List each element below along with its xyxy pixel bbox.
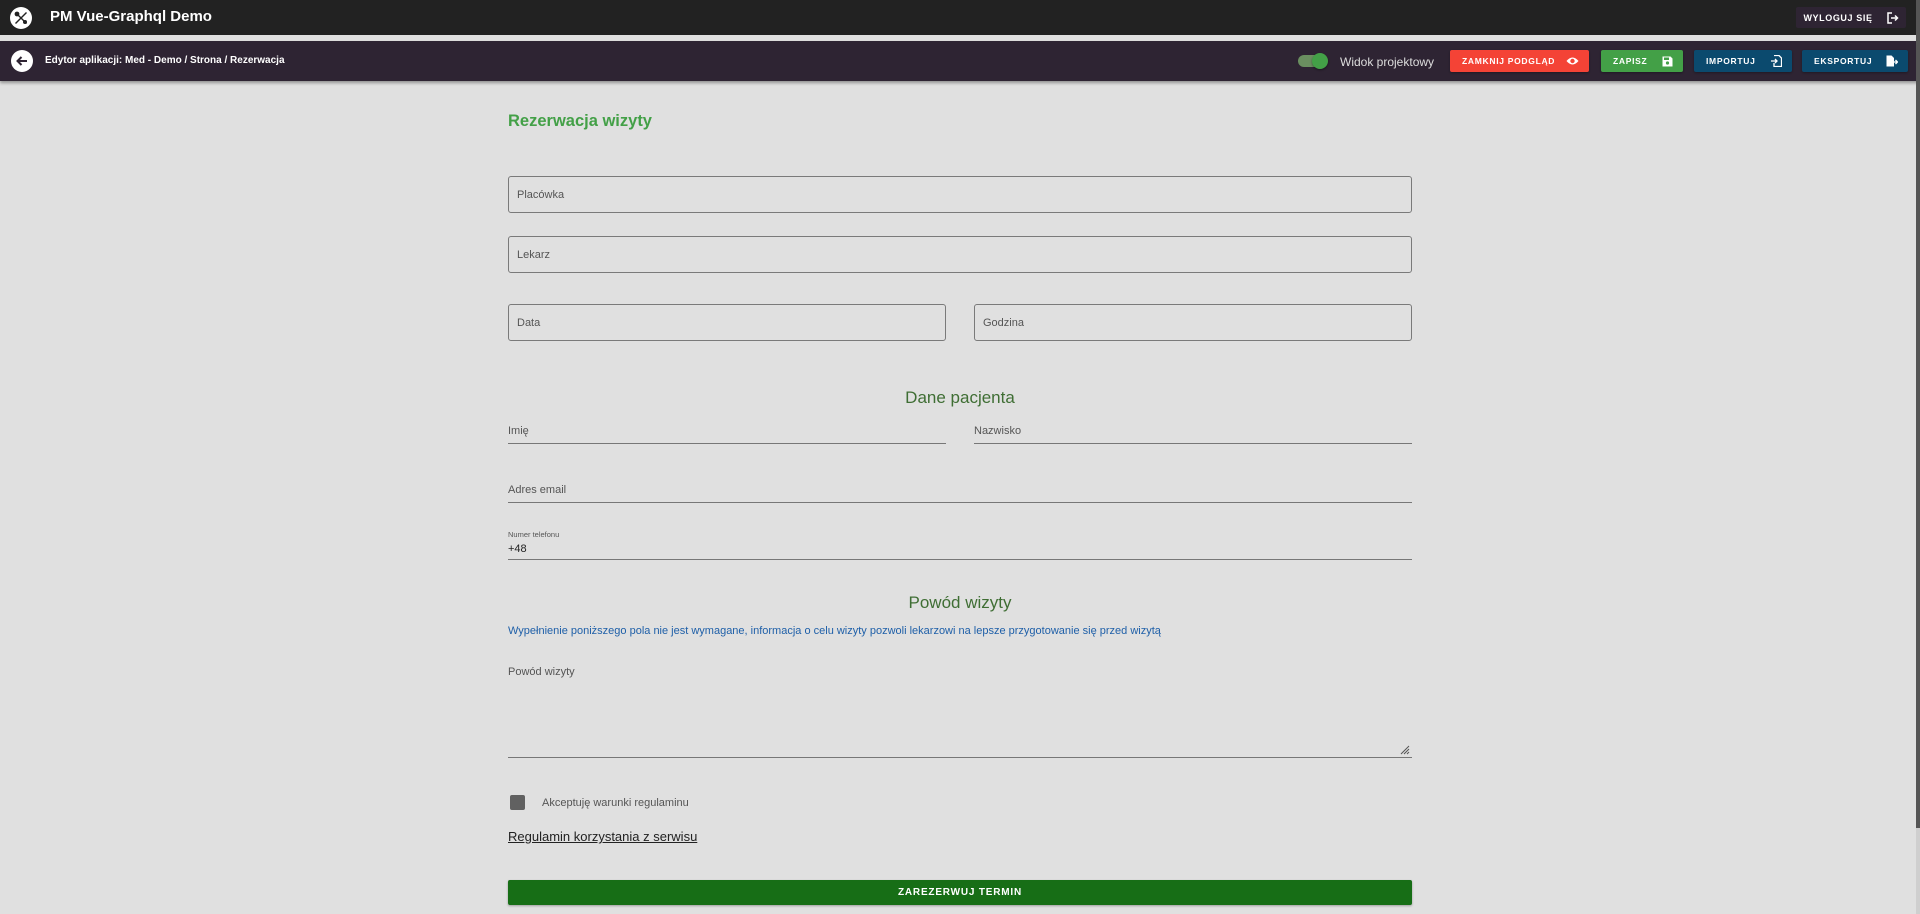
- import-button[interactable]: IMPORTUJ: [1694, 50, 1792, 72]
- last-name-placeholder: Nazwisko: [974, 425, 1022, 437]
- phone-label: Numer telefonu: [508, 530, 560, 539]
- export-label: EKSPORTUJ: [1814, 56, 1873, 66]
- last-name-input[interactable]: Nazwisko: [974, 422, 1412, 444]
- facility-label: Placówka: [517, 189, 565, 201]
- logout-button[interactable]: WYLOGUJ SIĘ: [1796, 7, 1906, 28]
- file-export-icon: [1886, 55, 1898, 67]
- first-name-placeholder: Imię: [508, 425, 529, 437]
- email-input[interactable]: Adres email: [508, 481, 1412, 503]
- floppy-disk-icon: [1662, 56, 1673, 66]
- book-appointment-button[interactable]: ZAREZERWUJ TERMIN: [508, 880, 1412, 905]
- app-bar: PM Vue-Graphql Demo WYLOGUJ SIĘ: [0, 0, 1920, 35]
- facility-select[interactable]: Placówka: [508, 176, 1412, 213]
- reason-section-title: Powód wizyty: [908, 593, 1012, 612]
- terms-checkbox[interactable]: [510, 795, 525, 810]
- book-appointment-label: ZAREZERWUJ TERMIN: [898, 887, 1022, 898]
- arrow-left-icon: [16, 56, 27, 66]
- terms-checkbox-label: Akceptuję warunki regulaminu: [542, 797, 689, 809]
- file-import-icon: [1771, 55, 1782, 67]
- close-preview-button[interactable]: ZAMKNIJ PODGLĄD: [1450, 50, 1589, 72]
- save-button[interactable]: ZAPISZ: [1601, 50, 1683, 72]
- import-label: IMPORTUJ: [1706, 56, 1756, 66]
- tools-logo-icon: [10, 7, 32, 29]
- doctor-select[interactable]: Lekarz: [508, 236, 1412, 273]
- design-view-toggle[interactable]: [1298, 53, 1328, 69]
- time-label: Godzina: [983, 317, 1024, 329]
- phone-value: +48: [508, 543, 527, 555]
- reason-placeholder: Powód wizyty: [508, 666, 575, 678]
- terms-link[interactable]: Regulamin korzystania z serwisu: [508, 829, 697, 844]
- time-field[interactable]: Godzina: [974, 304, 1412, 341]
- doctor-label: Lekarz: [517, 249, 551, 261]
- breadcrumb: Edytor aplikacji: Med - Demo / Strona / …: [45, 55, 285, 66]
- app-title: PM Vue-Graphql Demo: [50, 8, 212, 25]
- page-scrollbar[interactable]: [1916, 0, 1920, 914]
- form-title: Rezerwacja wizyty: [508, 112, 652, 130]
- eye-icon: [1566, 57, 1579, 65]
- export-button[interactable]: EKSPORTUJ: [1802, 50, 1908, 72]
- logout-label: WYLOGUJ SIĘ: [1803, 12, 1873, 23]
- reason-info-text: Wypełnienie poniższego pola nie jest wym…: [508, 625, 1161, 637]
- back-button[interactable]: [11, 50, 33, 72]
- editor-toolbar: Edytor aplikacji: Med - Demo / Strona / …: [0, 41, 1920, 81]
- phone-input[interactable]: +48: [508, 541, 1412, 560]
- toggle-knob: [1312, 53, 1328, 69]
- email-placeholder: Adres email: [508, 484, 567, 496]
- save-label: ZAPISZ: [1613, 56, 1648, 66]
- resize-grip-icon[interactable]: [1398, 743, 1410, 755]
- first-name-input[interactable]: Imię: [508, 422, 946, 444]
- patient-section-title: Dane pacjenta: [905, 388, 1015, 407]
- scrollbar-thumb[interactable]: [1916, 0, 1920, 828]
- date-field[interactable]: Data: [508, 304, 946, 341]
- logout-icon: [1886, 11, 1899, 24]
- date-label: Data: [517, 317, 541, 329]
- design-view-label: Widok projektowy: [1340, 55, 1435, 69]
- reason-textarea[interactable]: Powód wizyty: [508, 662, 1412, 758]
- close-preview-label: ZAMKNIJ PODGLĄD: [1462, 56, 1556, 66]
